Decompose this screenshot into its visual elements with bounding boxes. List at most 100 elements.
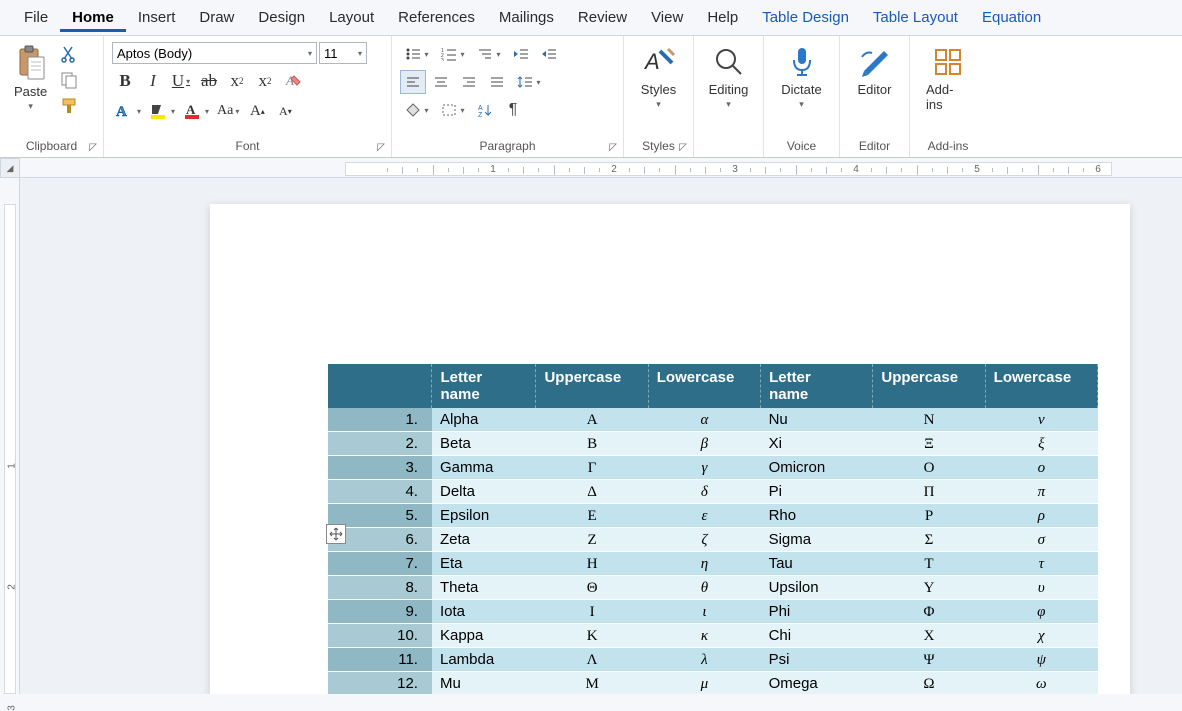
table-cell[interactable]: Pi <box>761 480 873 504</box>
table-row[interactable]: 12.MuΜμOmegaΩω <box>328 672 1098 695</box>
table-header[interactable]: Lowercase <box>985 364 1097 408</box>
font-color-button[interactable]: A▾ <box>180 98 212 124</box>
menu-design[interactable]: Design <box>246 3 317 32</box>
table-row[interactable]: 7.EtaΗηTauΤτ <box>328 552 1098 576</box>
table-cell[interactable]: Beta <box>432 432 536 456</box>
table-cell[interactable]: Ε <box>536 504 648 528</box>
table-cell[interactable]: Υ <box>873 576 985 600</box>
editor-button[interactable]: Editor <box>847 40 903 101</box>
table-cell[interactable]: δ <box>648 480 760 504</box>
table-cell[interactable]: ξ <box>985 432 1097 456</box>
table-row[interactable]: 10.KappaΚκChiΧχ <box>328 624 1098 648</box>
table-cell[interactable]: Zeta <box>432 528 536 552</box>
sort-button[interactable]: AZ <box>472 98 498 122</box>
table-cell[interactable]: Ρ <box>873 504 985 528</box>
table-cell[interactable]: α <box>648 408 760 432</box>
table-cell[interactable]: Φ <box>873 600 985 624</box>
increase-indent-button[interactable] <box>536 42 562 66</box>
bold-button[interactable]: B <box>112 68 138 94</box>
table-cell[interactable]: Rho <box>761 504 873 528</box>
table-cell[interactable]: Ι <box>536 600 648 624</box>
table-cell[interactable]: Δ <box>536 480 648 504</box>
multilevel-list-button[interactable]: ▾ <box>472 42 506 66</box>
table-row[interactable]: 2.BetaΒβXiΞξ <box>328 432 1098 456</box>
table-cell[interactable]: λ <box>648 648 760 672</box>
table-cell[interactable]: β <box>648 432 760 456</box>
shading-button[interactable]: ▾ <box>400 98 434 122</box>
subscript-button[interactable]: x2 <box>224 68 250 94</box>
styles-button[interactable]: A Styles ▾ <box>631 40 687 114</box>
table-cell[interactable]: Gamma <box>432 456 536 480</box>
table-cell[interactable]: σ <box>985 528 1097 552</box>
table-cell[interactable]: Delta <box>432 480 536 504</box>
table-cell[interactable]: Alpha <box>432 408 536 432</box>
table-cell[interactable]: Theta <box>432 576 536 600</box>
table-cell[interactable]: ο <box>985 456 1097 480</box>
table-cell[interactable]: Omicron <box>761 456 873 480</box>
table-move-handle[interactable] <box>326 524 346 544</box>
table-row[interactable]: 1.AlphaΑαNuΝν <box>328 408 1098 432</box>
table-cell[interactable]: Ω <box>873 672 985 695</box>
table-cell[interactable]: 3. <box>328 456 432 480</box>
table-cell[interactable]: Omega <box>761 672 873 695</box>
table-cell[interactable]: 11. <box>328 648 432 672</box>
table-cell[interactable]: Psi <box>761 648 873 672</box>
table-row[interactable]: 8.ThetaΘθUpsilonΥυ <box>328 576 1098 600</box>
table-header[interactable] <box>328 364 432 408</box>
table-header[interactable]: Uppercase <box>536 364 648 408</box>
clear-formatting-button[interactable]: A <box>280 68 306 94</box>
cut-button[interactable] <box>59 44 79 64</box>
table-cell[interactable]: τ <box>985 552 1097 576</box>
borders-button[interactable]: ▾ <box>436 98 470 122</box>
menu-file[interactable]: File <box>12 3 60 32</box>
show-hide-button[interactable]: ¶ <box>500 98 526 122</box>
table-cell[interactable]: η <box>648 552 760 576</box>
table-cell[interactable]: Mu <box>432 672 536 695</box>
dialog-launcher-icon[interactable]: ◸ <box>89 142 97 153</box>
table-cell[interactable]: 1. <box>328 408 432 432</box>
menu-equation[interactable]: Equation <box>970 3 1053 32</box>
document-page[interactable]: LetternameUppercaseLowercaseLetternameUp… <box>210 204 1130 694</box>
table-cell[interactable]: 2. <box>328 432 432 456</box>
table-cell[interactable]: ω <box>985 672 1097 695</box>
table-cell[interactable]: Upsilon <box>761 576 873 600</box>
ruler-corner[interactable]: ◢ <box>0 158 20 178</box>
menu-review[interactable]: Review <box>566 3 639 32</box>
table-cell[interactable]: Χ <box>873 624 985 648</box>
table-row[interactable]: 3.GammaΓγOmicronΟο <box>328 456 1098 480</box>
font-name-combo[interactable]: Aptos (Body)▾ <box>112 42 317 64</box>
menu-table-layout[interactable]: Table Layout <box>861 3 970 32</box>
dialog-launcher-icon[interactable]: ◸ <box>377 142 385 153</box>
table-cell[interactable]: ζ <box>648 528 760 552</box>
table-cell[interactable]: Ψ <box>873 648 985 672</box>
table-row[interactable]: 6.ZetaΖζSigmaΣσ <box>328 528 1098 552</box>
copy-button[interactable] <box>59 70 79 90</box>
table-cell[interactable]: Ζ <box>536 528 648 552</box>
table-cell[interactable]: φ <box>985 600 1097 624</box>
table-cell[interactable]: θ <box>648 576 760 600</box>
table-cell[interactable]: Iota <box>432 600 536 624</box>
vertical-ruler[interactable]: 123 <box>0 178 20 694</box>
table-cell[interactable]: Epsilon <box>432 504 536 528</box>
paste-button[interactable]: Paste ▾ <box>10 42 51 114</box>
table-cell[interactable]: 9. <box>328 600 432 624</box>
underline-button[interactable]: U▾ <box>168 68 194 94</box>
change-case-button[interactable]: Aa▾ <box>214 98 242 124</box>
table-cell[interactable]: ρ <box>985 504 1097 528</box>
table-cell[interactable]: Chi <box>761 624 873 648</box>
table-cell[interactable]: ψ <box>985 648 1097 672</box>
shrink-font-button[interactable]: A▾ <box>272 98 298 124</box>
table-cell[interactable]: Α <box>536 408 648 432</box>
dialog-launcher-icon[interactable]: ◸ <box>679 142 687 153</box>
table-header[interactable]: Lowercase <box>648 364 760 408</box>
table-cell[interactable]: Sigma <box>761 528 873 552</box>
table-cell[interactable]: Β <box>536 432 648 456</box>
horizontal-ruler[interactable]: 123456 <box>20 158 1182 178</box>
table-cell[interactable]: Eta <box>432 552 536 576</box>
line-spacing-button[interactable]: ▾ <box>512 70 546 94</box>
grow-font-button[interactable]: A▴ <box>244 98 270 124</box>
table-cell[interactable]: Λ <box>536 648 648 672</box>
table-row[interactable]: 4.DeltaΔδPiΠπ <box>328 480 1098 504</box>
menu-help[interactable]: Help <box>695 3 750 32</box>
strikethrough-button[interactable]: ab <box>196 68 222 94</box>
